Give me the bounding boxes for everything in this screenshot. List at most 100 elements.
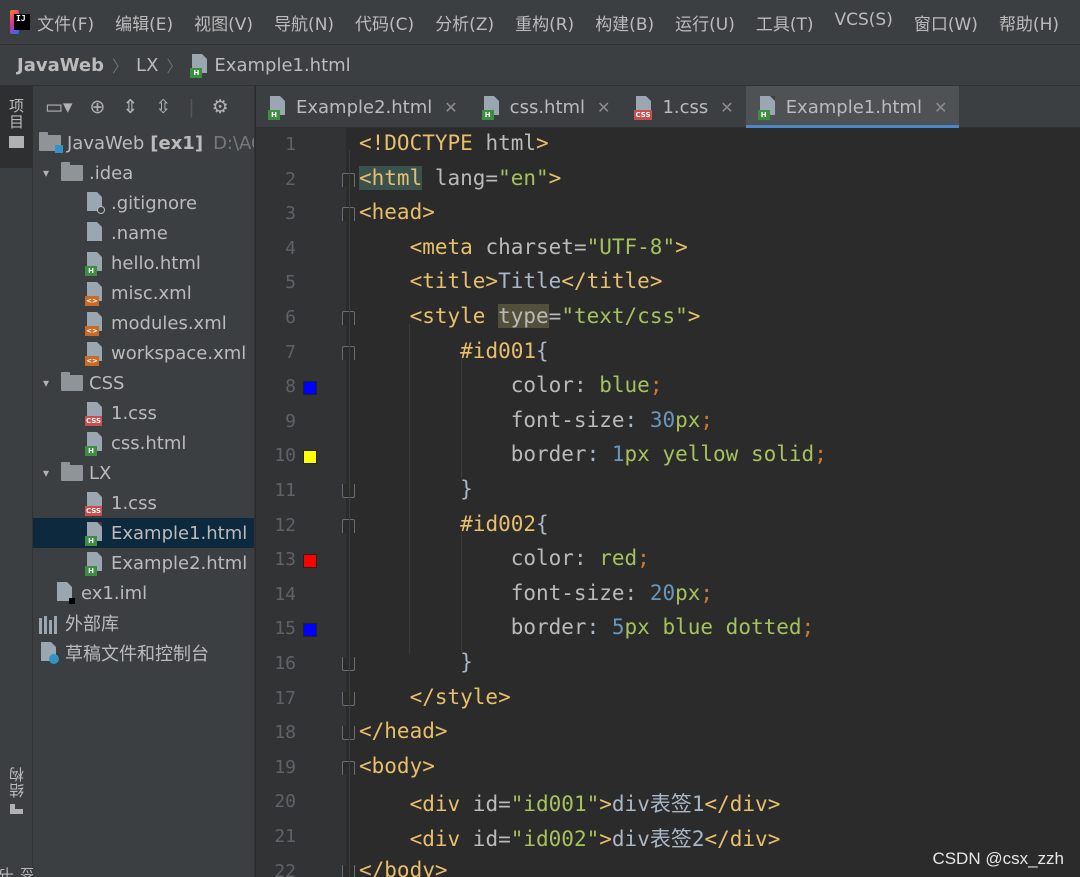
watermark: CSDN @csx_zzh (932, 849, 1064, 868)
menu-item[interactable]: 构建(B) (595, 10, 654, 35)
code-token: lang= (422, 165, 499, 190)
color-swatch[interactable] (303, 381, 317, 396)
breadcrumb-file[interactable]: Example1.html (214, 55, 350, 76)
collapse-all-icon[interactable]: ⇳ (155, 96, 171, 118)
code-token: color (510, 546, 574, 571)
code-token: div表签1 (611, 792, 705, 817)
menu-item[interactable]: 文件(F) (37, 10, 94, 35)
menu-item[interactable]: VCS(S) (835, 10, 893, 35)
code-token: color (510, 373, 574, 398)
code-token: : (624, 580, 650, 605)
editor-tab[interactable]: H Example2.html ✕ (256, 86, 470, 128)
html-file-icon: H (85, 432, 105, 456)
tree-item[interactable]: H Example2.html (33, 548, 254, 578)
chevron-down-icon[interactable]: ▾ (39, 466, 53, 480)
code-token: } (359, 650, 473, 674)
module-name: [ex1] (150, 132, 204, 154)
code-line: <div id="id001">div表签1</div> (359, 788, 781, 818)
tree-item[interactable]: CSS 1.css (33, 398, 254, 428)
tree-item[interactable]: ex1.iml (33, 578, 254, 608)
css-file-icon: CSS (634, 96, 654, 120)
bookmarks-tab-label: 书签 (0, 866, 37, 877)
library-icon (39, 612, 59, 634)
menu-item[interactable]: 分析(Z) (435, 10, 494, 35)
tree-item[interactable]: 外部库 (33, 608, 254, 638)
tree-item[interactable]: ▾ .idea (33, 158, 254, 188)
breadcrumb-project[interactable]: JavaWeb (17, 55, 104, 76)
line-number: 10 (274, 445, 296, 467)
close-icon[interactable]: ✕ (444, 98, 457, 117)
html-file-icon: H (85, 252, 105, 276)
editor-gutter: 1 2 3 4 5 6 7 8 9 10 11 12 13 14 15 16 17 18 19 20 21 22 (256, 128, 355, 877)
menu-item[interactable]: 代码(C) (355, 10, 414, 35)
breadcrumb-folder[interactable]: LX (136, 55, 158, 76)
menu-bar: IJ 文件(F) 编辑(E) 视图(V) 导航(N) 代码(C) 分析(Z) 重构(R) 构建… (0, 0, 1080, 44)
tree-item-label: misc.xml (111, 282, 192, 304)
line-number: 11 (274, 480, 296, 501)
tree-item[interactable]: .name (33, 218, 254, 248)
code-token: ; (649, 373, 663, 398)
code-token: <div (409, 827, 461, 851)
menu-item[interactable]: 编辑(E) (115, 10, 173, 35)
color-swatch[interactable] (303, 450, 317, 465)
locate-icon[interactable]: ⊕ (90, 96, 106, 118)
color-swatch[interactable] (303, 554, 317, 569)
expand-all-icon[interactable]: ⇕ (122, 96, 138, 118)
code-token: </title> (561, 269, 663, 294)
code-token: "id001" (510, 792, 600, 817)
code-token: red (599, 546, 638, 571)
editor-tab[interactable]: CSS 1.css ✕ (622, 86, 745, 128)
close-icon[interactable]: ✕ (720, 98, 733, 117)
bookmarks-tool-tab[interactable]: 书签 (0, 852, 37, 877)
code-editor[interactable]: 1 2 3 4 5 6 7 8 9 10 11 12 13 14 15 16 17 18 19 20 21 22 <!DO… (256, 128, 1080, 877)
code-token: : (624, 407, 650, 432)
line-number: 9 (285, 410, 296, 432)
menu-item[interactable]: 帮助(H) (999, 10, 1059, 35)
code-line: #id001{ (359, 339, 549, 363)
tree-item[interactable]: CSS 1.css (33, 488, 254, 518)
chevron-down-icon[interactable]: ▾ (39, 166, 53, 180)
tree-item[interactable]: Hcss.html (33, 428, 254, 458)
menu-item[interactable]: 重构(R) (515, 10, 574, 35)
code-token: : (573, 373, 600, 398)
menu-item[interactable]: 窗口(W) (914, 10, 978, 35)
menu-item[interactable]: 导航(N) (274, 10, 334, 35)
tree-item[interactable]: <> workspace.xml (33, 338, 254, 368)
code-token: 20 (649, 580, 676, 605)
code-line: <head> (359, 200, 435, 224)
code-token: 1 (611, 442, 625, 467)
tree-item-label: 草稿文件和控制台 (65, 644, 209, 665)
tree-item[interactable]: .gitignore (33, 188, 254, 218)
menu-item[interactable]: 视图(V) (194, 10, 253, 35)
module-folder-icon (39, 132, 63, 153)
menu-item[interactable]: 运行(U) (675, 10, 735, 35)
separator: | (188, 96, 195, 118)
code-token: type (498, 304, 549, 328)
css-file-icon: CSS (85, 492, 105, 516)
menu-item[interactable]: 工具(T) (756, 10, 814, 35)
project-tool-tab[interactable]: 项目 (0, 86, 33, 168)
structure-tool-tab[interactable]: 结构 (0, 766, 33, 836)
tree-item[interactable]: JavaWeb [ex1] D:\AC (33, 128, 254, 158)
close-icon[interactable]: ✕ (597, 98, 610, 117)
editor-tab[interactable]: Hcss.html ✕ (470, 86, 623, 128)
tree-item[interactable]: <> modules.xml (33, 308, 254, 338)
code-token: <head> (359, 200, 435, 225)
close-icon[interactable]: ✕ (934, 98, 947, 117)
line-number: 6 (285, 307, 296, 328)
tree-item[interactable]: Hhello.html (33, 248, 254, 278)
tree-item[interactable]: 草稿文件和控制台 (33, 638, 254, 668)
tree-item-label: 1.css (111, 402, 157, 424)
view-mode-icon[interactable]: ▭▾ (45, 96, 73, 118)
tree-item[interactable]: H Example1.html (33, 518, 254, 548)
tree-item[interactable]: ▾ CSS (33, 368, 254, 398)
editor-tab[interactable]: H Example1.html ✕ (745, 86, 960, 128)
color-swatch[interactable] (303, 623, 317, 638)
tree-item[interactable]: <> misc.xml (33, 278, 254, 308)
tree-item[interactable]: ▾ LX (33, 458, 254, 488)
gear-icon[interactable]: ⚙ (212, 96, 229, 118)
code-token: <html (359, 165, 423, 190)
code-line: </head> (359, 719, 448, 743)
chevron-down-icon[interactable]: ▾ (39, 376, 53, 390)
